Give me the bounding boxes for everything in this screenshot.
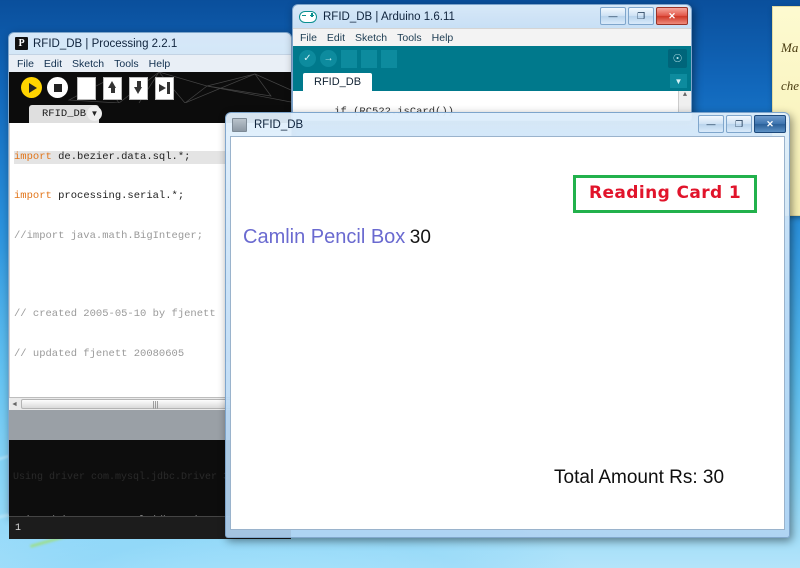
scroll-left-arrow-icon[interactable]: ◄ — [11, 401, 18, 408]
chevron-down-icon[interactable]: ▼ — [670, 74, 687, 88]
output-minimize-button[interactable]: — — [698, 115, 724, 133]
item-name: Camlin Pencil Box — [243, 226, 406, 248]
processing-new-button[interactable] — [77, 77, 96, 100]
processing-menu-sketch[interactable]: Sketch — [72, 58, 104, 70]
output-title-bar[interactable]: RFID_DB — ❐ ✕ — [226, 113, 789, 136]
rfid-output-window[interactable]: RFID_DB — ❐ ✕ Reading Card 1 Camlin Penc… — [225, 112, 790, 538]
output-window-controls[interactable]: — ❐ ✕ — [698, 115, 786, 133]
arduino-title-bar[interactable]: RFID_DB | Arduino 1.6.11 — ❐ ✕ — [293, 5, 691, 28]
application-icon — [232, 117, 247, 132]
arduino-new-button[interactable] — [341, 49, 357, 68]
scanned-item-row: Camlin Pencil Box 30 — [243, 226, 431, 249]
arduino-maximize-button[interactable]: ❐ — [628, 7, 654, 25]
arduino-verify-button[interactable]: ✓ — [299, 50, 316, 67]
arduino-sketch-tab[interactable]: RFID_DB — [303, 73, 373, 91]
output-maximize-button[interactable]: ❐ — [726, 115, 752, 133]
processing-stop-button[interactable] — [47, 77, 68, 98]
processing-menu-help[interactable]: Help — [149, 58, 171, 70]
item-amount: 30 — [409, 227, 431, 248]
status-badge: Reading Card 1 — [573, 175, 758, 213]
arduino-save-button[interactable] — [381, 49, 397, 68]
processing-export-button[interactable] — [155, 77, 174, 100]
arduino-open-button[interactable] — [361, 49, 377, 68]
processing-menu-edit[interactable]: Edit — [44, 58, 62, 70]
processing-menu-tools[interactable]: Tools — [114, 58, 139, 70]
arduino-menu-tools[interactable]: Tools — [397, 32, 422, 44]
processing-menu-file[interactable]: File — [17, 58, 34, 70]
arduino-logo-icon — [299, 10, 317, 23]
processing-window-title: RFID_DB | Processing 2.2.1 — [33, 37, 178, 50]
processing-save-button[interactable] — [129, 77, 148, 100]
arduino-ide-window[interactable]: RFID_DB | Arduino 1.6.11 — ❐ ✕ File Edit… — [292, 4, 692, 121]
reading-status-text: Reading Card 1 — [589, 183, 742, 203]
arduino-window-controls[interactable]: — ❐ ✕ — [600, 7, 688, 25]
processing-logo-icon: P — [15, 37, 28, 50]
arduino-close-button[interactable]: ✕ — [656, 7, 688, 25]
processing-menu-bar[interactable]: File Edit Sketch Tools Help — [9, 54, 291, 72]
sticky-note-line-2: che — [781, 78, 800, 93]
output-window-title: RFID_DB — [254, 118, 304, 131]
arduino-toolbar[interactable]: ✓ → ☉ — [293, 46, 691, 71]
arduino-menu-help[interactable]: Help — [432, 32, 454, 44]
arduino-menu-bar[interactable]: File Edit Sketch Tools Help — [293, 28, 691, 46]
processing-title-bar[interactable]: P RFID_DB | Processing 2.2.1 — [9, 33, 291, 54]
processing-run-button[interactable] — [21, 77, 42, 98]
output-close-button[interactable]: ✕ — [754, 115, 786, 133]
arduino-minimize-button[interactable]: — — [600, 7, 626, 25]
arduino-upload-button[interactable]: → — [320, 50, 337, 67]
arduino-menu-edit[interactable]: Edit — [327, 32, 345, 44]
arduino-tab-row[interactable]: RFID_DB ▼ — [293, 71, 691, 91]
arduino-menu-sketch[interactable]: Sketch — [355, 32, 387, 44]
processing-toolbar[interactable] — [9, 72, 291, 103]
total-amount-text: Total Amount Rs: 30 — [554, 467, 725, 488]
arduino-window-title: RFID_DB | Arduino 1.6.11 — [323, 10, 455, 23]
arduino-code-editor[interactable]: if (RC522.isCard()) ▲ — [293, 91, 691, 118]
arduino-menu-file[interactable]: File — [300, 32, 317, 44]
serial-monitor-icon[interactable]: ☉ — [668, 49, 687, 68]
processing-open-button[interactable] — [103, 77, 122, 100]
sticky-note-line-1: Ma — [781, 40, 799, 55]
chevron-down-icon[interactable]: ▼ — [87, 106, 102, 121]
output-canvas: Reading Card 1 Camlin Pencil Box 30 Tota… — [230, 136, 785, 530]
arduino-vertical-scrollbar[interactable]: ▲ — [678, 91, 691, 112]
